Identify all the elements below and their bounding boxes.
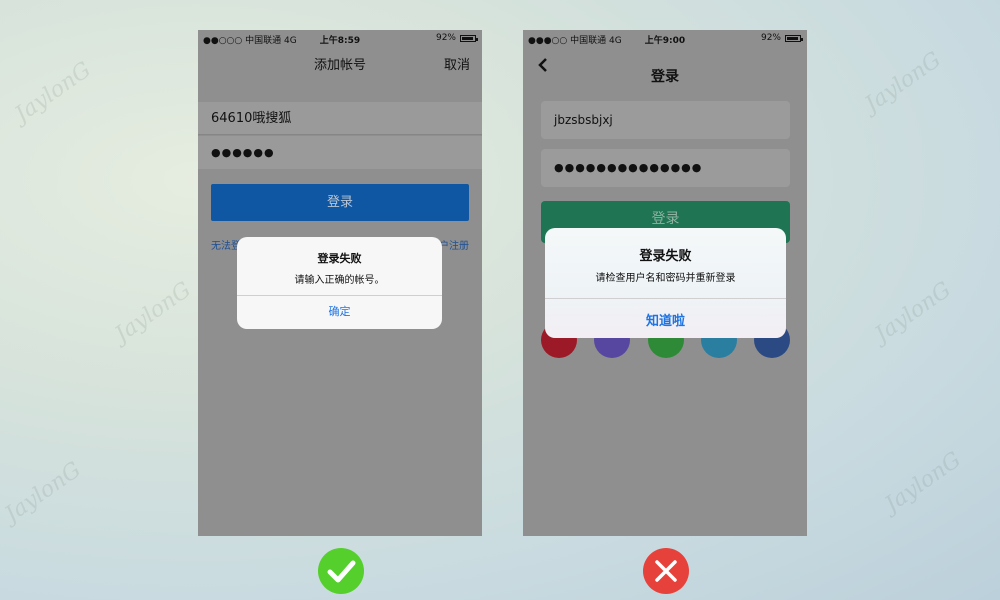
watermark-text: JaylonG [870,277,956,348]
battery-percent: 92% [435,33,456,43]
watermark-text: JaylonG [880,447,966,518]
battery-icon [785,35,803,42]
page-title: 添加帐号 [313,58,366,73]
battery-icon [460,35,478,42]
battery-percent: 92% [760,33,781,43]
account-field[interactable]: jbzsbsbjxj [541,101,790,139]
checkmark-icon [318,548,364,594]
password-field[interactable]: ●●●●●● [198,136,482,169]
watermark-text: JaylonG [110,277,196,348]
register-link[interactable]: 户注册 [439,237,469,252]
watermark-text: JaylonG [860,47,946,118]
alert-divider [237,295,442,296]
watermark-text: JaylonG [0,457,86,528]
status-bar: ●●○○○ 中国联通 4G 上午8:59 92% [198,30,482,48]
alert-message: 请输入正确的帐号。 [294,275,385,286]
watermark-text: JaylonG [10,57,96,128]
error-alert: 登录失败 请输入正确的帐号。 确定 [237,237,442,329]
account-field[interactable]: 64610哦搜狐 [198,102,482,135]
error-alert: 登录失败 请检查用户名和密码并重新登录 知道啦 [545,228,786,338]
status-bar: ●●●○○ 中国联通 4G 上午9:00 92% [523,30,807,48]
got-it-button[interactable]: 知道啦 [545,310,786,329]
password-field[interactable]: ●●●●●●●●●●●●●● [541,149,790,187]
alert-title: 登录失败 [317,252,362,265]
cancel-button[interactable]: 取消 [444,54,470,73]
confirm-button[interactable]: 确定 [237,303,442,319]
left-phone-screen: ●●○○○ 中国联通 4G 上午8:59 92% 添加帐号 取消 64610哦搜… [198,30,482,536]
page-title: 登录 [651,69,679,85]
alert-divider [545,298,786,299]
alert-message: 请检查用户名和密码并重新登录 [595,273,736,284]
right-phone-screen: ●●●○○ 中国联通 4G 上午9:00 92% 登录 jbzsbsbjxj ●… [523,30,807,536]
cross-icon [643,548,689,594]
login-button[interactable]: 登录 [211,184,469,221]
alert-title: 登录失败 [639,249,692,264]
